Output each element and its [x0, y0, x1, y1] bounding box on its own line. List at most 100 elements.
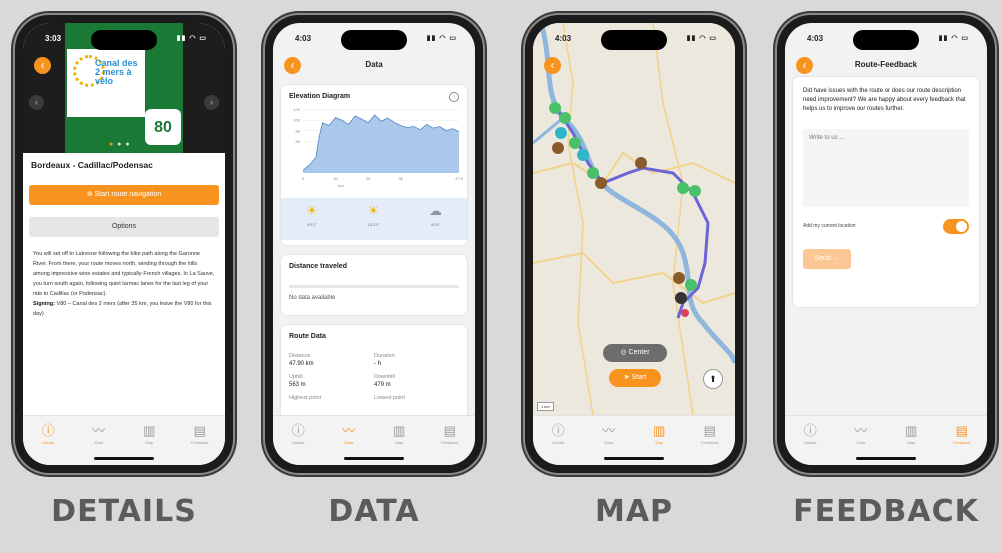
status-icons: ▮▮ ◠ ▭	[176, 35, 207, 42]
phone-feedback: 4:03 ▮▮ ◠ ▭ ‹ Route-Feedback Did have is…	[777, 15, 995, 473]
status-icons: ▮▮ ◠ ▭	[686, 35, 717, 42]
dynamic-island	[853, 30, 919, 50]
start-button[interactable]: ➤ Start	[609, 369, 661, 387]
signing-label: Signing:	[33, 301, 55, 307]
status-time: 3:03	[45, 34, 62, 43]
toggle-knob	[956, 221, 967, 232]
carousel-dots[interactable]: ● ● ●	[109, 141, 131, 148]
elevation-y-tick: 120	[293, 107, 300, 112]
start-route-navigation-button[interactable]: ⊕ Start route navigation	[29, 185, 219, 205]
route-description: You will set off to Latresne following t…	[33, 249, 215, 319]
tab-details[interactable]: ⓘ Details	[788, 423, 832, 465]
carousel-prev-icon[interactable]: ‹	[29, 95, 44, 110]
data-screen: 4:03 ▮▮ ◠ ▭ ‹ Data Elevation Diagram i 1…	[273, 23, 475, 465]
carousel-next-icon[interactable]: ›	[204, 95, 219, 110]
back-button[interactable]: ‹	[34, 57, 51, 74]
no-data-text: No data available	[289, 295, 336, 301]
weather-day: ☁ 9/14°	[429, 203, 443, 228]
clipboard-icon: ▤	[443, 423, 456, 438]
clipboard-icon: ▤	[193, 423, 206, 438]
back-button[interactable]: ‹	[796, 57, 813, 74]
info-circle-icon: ⓘ	[41, 423, 55, 438]
start-button-label: Start	[631, 374, 647, 381]
elevation-x-tick: 0	[302, 176, 305, 181]
compass-icon[interactable]: ⬆	[703, 369, 723, 389]
elevation-x-tick: 30	[398, 176, 403, 181]
send-button-label: Send	[814, 255, 831, 262]
stat-highest-point: Highest point	[289, 395, 322, 401]
map-icon: ▥	[905, 423, 918, 438]
caption-data: DATA	[328, 494, 420, 529]
clipboard-icon: ▤	[955, 423, 968, 438]
elevation-card: Elevation Diagram i 120 100 80 60 0 10 20 30 47.…	[281, 85, 467, 245]
chart-line-icon: 〰	[342, 423, 356, 438]
map-icon: ▥	[653, 423, 666, 438]
location-toggle-row: Add my current location	[803, 217, 969, 237]
info-circle-icon: ⓘ	[291, 423, 305, 438]
center-button-label: Center	[628, 349, 650, 356]
route-number-badge: 80	[145, 109, 181, 145]
info-icon[interactable]: i	[449, 92, 459, 102]
home-indicator	[344, 457, 404, 460]
distance-card: Distance traveled No data available	[281, 255, 467, 315]
tab-details[interactable]: ⓘ Details	[536, 423, 580, 465]
chart-line-icon: 〰	[602, 423, 616, 438]
home-indicator	[604, 457, 664, 460]
location-toggle[interactable]	[943, 219, 969, 234]
back-button[interactable]: ‹	[544, 57, 561, 74]
status-time: 4:03	[555, 34, 572, 43]
elevation-chart: 120 100 80 60 0 10 20 30 47.9 km	[293, 107, 463, 188]
elevation-x-tick: 10	[333, 176, 338, 181]
chart-line-icon: 〰	[92, 423, 106, 438]
tab-details[interactable]: ⓘ Details	[26, 423, 70, 465]
dynamic-island	[341, 30, 407, 50]
feedback-question: Did have issues with the route or does o…	[803, 88, 966, 112]
options-button[interactable]: Options	[29, 217, 219, 237]
canal-logo: Canal des 2 mers à vélo	[67, 49, 145, 117]
target-icon: ◎	[620, 349, 627, 356]
status-time: 4:03	[295, 34, 312, 43]
start-route-navigation-label: Start route navigation	[94, 191, 162, 198]
stat-downhill: Downhill 479 m	[374, 374, 395, 388]
cloud-icon: ☁	[429, 203, 443, 218]
map-icon: ▥	[393, 423, 406, 438]
clipboard-icon: ▤	[703, 423, 716, 438]
details-screen: 3:03 ▮▮ ◠ ▭ Canal des 2 mers à vélo 80 ‹…	[23, 23, 225, 465]
sun-cloud-icon: ☀	[305, 203, 318, 218]
navigation-icon: ⊕	[86, 191, 93, 198]
status-icons: ▮▮ ◠ ▭	[938, 35, 969, 42]
status-time: 4:03	[807, 34, 824, 43]
dynamic-island	[91, 30, 157, 50]
tab-feedback[interactable]: ▤ Feedback	[688, 423, 732, 465]
weather-strip: ☀ 9/12° ☀ 10/13° ☁ 9/14°	[281, 198, 467, 240]
elevation-y-tick: 60	[296, 139, 301, 144]
sun-cloud-icon: ☀	[367, 203, 380, 218]
elevation-area	[303, 114, 459, 173]
tab-feedback[interactable]: ▤ Feedback	[428, 423, 472, 465]
chart-line-icon: 〰	[854, 423, 868, 438]
stat-lowest-point: Lowest point	[374, 395, 405, 401]
phone-data: 4:03 ▮▮ ◠ ▭ ‹ Data Elevation Diagram i 1…	[265, 15, 483, 473]
caption-map: MAP	[594, 494, 674, 529]
map-view[interactable]: ◎ Center ➤ Start ⬆ 1 km	[533, 23, 735, 415]
signing-text: V80 – Canal des 2 mers (after 35 km, you…	[33, 301, 212, 317]
tab-feedback[interactable]: ▤ Feedback	[178, 423, 222, 465]
caption-details: DETAILS	[51, 494, 197, 529]
status-icons: ▮▮ ◠ ▭	[426, 35, 457, 42]
tab-details[interactable]: ⓘ Details	[276, 423, 320, 465]
map-scale: 1 km	[537, 402, 554, 411]
tab-feedback[interactable]: ▤ Feedback	[940, 423, 984, 465]
info-circle-icon: ⓘ	[551, 423, 565, 438]
arrow-right-icon: →	[832, 255, 840, 262]
back-button[interactable]: ‹	[284, 57, 301, 74]
distance-title: Distance traveled	[289, 263, 347, 270]
navigation-arrow-icon: ➤	[623, 374, 630, 381]
home-indicator	[856, 457, 916, 460]
weather-day: ☀ 10/13°	[367, 203, 380, 228]
feedback-textarea[interactable]	[803, 129, 969, 207]
elevation-title: Elevation Diagram	[289, 93, 351, 100]
center-button[interactable]: ◎ Center	[603, 344, 667, 362]
send-button[interactable]: Send →	[803, 249, 851, 269]
page-title: Route-Feedback	[854, 60, 918, 69]
stat-duration: Duration - h	[374, 353, 395, 367]
